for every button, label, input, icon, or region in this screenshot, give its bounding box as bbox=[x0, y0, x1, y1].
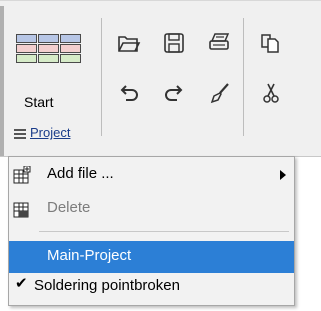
save-disk-icon bbox=[164, 33, 184, 53]
print-button[interactable] bbox=[203, 28, 237, 58]
delete-grid-icon bbox=[13, 202, 29, 218]
ribbon: Start Project bbox=[0, 0, 321, 157]
folder-open-icon bbox=[118, 36, 141, 52]
ribbon-separator bbox=[101, 18, 102, 136]
ribbon-separator bbox=[243, 18, 244, 136]
undo-icon bbox=[120, 85, 138, 101]
copy-icon bbox=[261, 34, 279, 53]
start-button[interactable]: Start bbox=[10, 22, 86, 120]
menu-item-main-project[interactable]: Main-Project bbox=[9, 241, 294, 273]
checkmark-icon: ✔ bbox=[15, 275, 28, 292]
printer-icon bbox=[209, 33, 230, 50]
window-left-edge bbox=[0, 6, 4, 156]
copy-button[interactable] bbox=[254, 28, 288, 58]
menu-item-label: Soldering pointbroken bbox=[34, 277, 180, 294]
redo-button[interactable] bbox=[157, 78, 191, 108]
cut-button[interactable] bbox=[254, 78, 288, 108]
open-button[interactable] bbox=[112, 28, 146, 58]
menu-item-add-file[interactable]: Add file ... bbox=[9, 159, 294, 191]
brush-icon bbox=[210, 83, 229, 104]
redo-icon bbox=[165, 85, 183, 101]
project-dropdown-menu: Add file ... Delete Main-Project ✔ Solde… bbox=[8, 156, 295, 306]
menu-item-label: Add file ... bbox=[47, 165, 114, 182]
save-button[interactable] bbox=[157, 28, 191, 58]
submenu-arrow-icon bbox=[280, 170, 286, 180]
menu-item-label: Delete bbox=[47, 199, 91, 216]
ribbon-top-border bbox=[0, 0, 321, 1]
format-brush-button[interactable] bbox=[203, 78, 237, 108]
start-button-label: Start bbox=[24, 94, 54, 110]
project-tab[interactable]: Project bbox=[14, 124, 114, 146]
add-file-grid-icon bbox=[13, 166, 31, 184]
hamburger-menu-icon bbox=[14, 129, 26, 139]
menu-item-label: Main-Project bbox=[47, 247, 132, 264]
menu-item-delete[interactable]: Delete bbox=[9, 193, 294, 225]
scissors-icon bbox=[263, 83, 279, 103]
project-tab-label: Project bbox=[30, 125, 71, 140]
undo-button[interactable] bbox=[112, 78, 146, 108]
menu-item-soldering-point[interactable]: ✔ Soldering pointbroken bbox=[9, 271, 294, 303]
menu-separator bbox=[39, 231, 289, 232]
